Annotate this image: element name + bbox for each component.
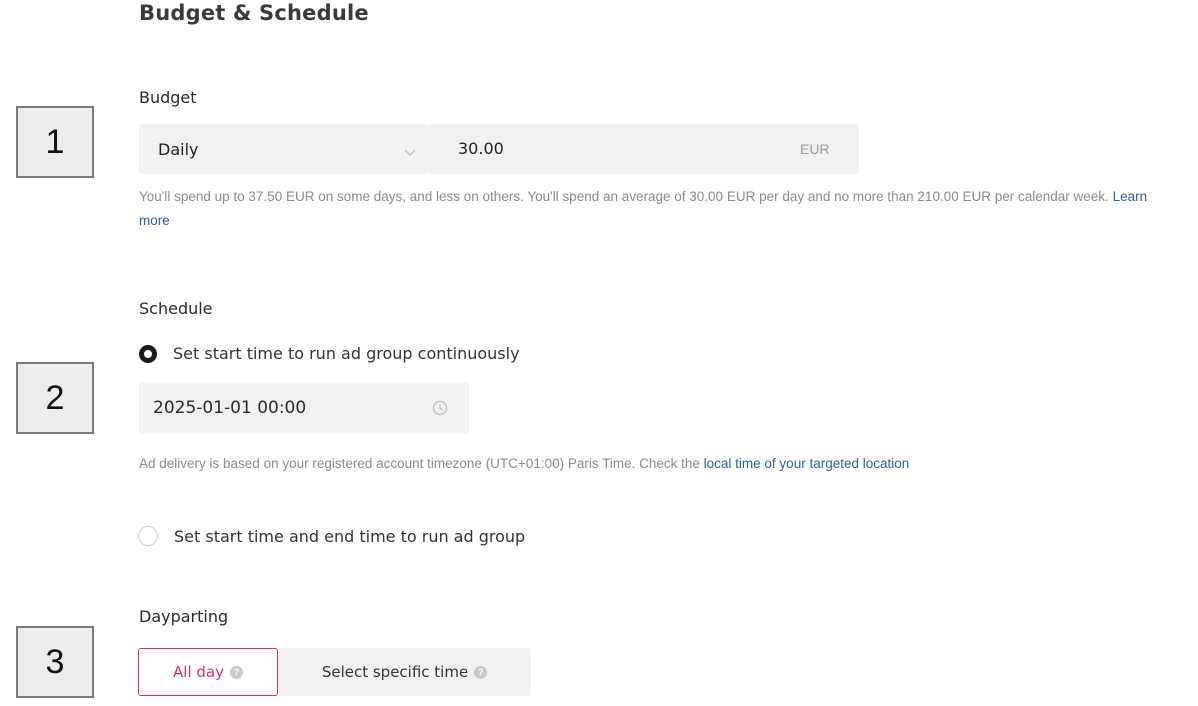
schedule-label: Schedule bbox=[139, 299, 213, 318]
step-badge-3: 3 bbox=[16, 626, 94, 698]
info-icon: ? bbox=[474, 665, 488, 679]
select-specific-time-button[interactable]: Select specific time ? bbox=[278, 648, 531, 696]
step-badge-1: 1 bbox=[16, 106, 94, 178]
start-datetime-value: 2025-01-01 00:00 bbox=[153, 398, 307, 418]
radio-option-continuous[interactable]: Set start time to run ad group continuou… bbox=[139, 344, 520, 363]
budget-mode-select[interactable]: Daily bbox=[139, 124, 429, 174]
dayparting-label: Dayparting bbox=[139, 607, 229, 626]
chevron-down-icon bbox=[403, 142, 417, 161]
budget-mode-value: Daily bbox=[158, 140, 199, 159]
radio-selected-icon[interactable] bbox=[139, 344, 157, 363]
budget-amount-input[interactable]: 30.00 EUR bbox=[429, 124, 859, 174]
start-datetime-picker[interactable]: 2025-01-01 00:00 bbox=[139, 383, 469, 433]
budget-help-body: You'll spend up to 37.50 EUR on some day… bbox=[139, 189, 1109, 204]
radio-option-start-end-label: Set start time and end time to run ad gr… bbox=[174, 526, 526, 546]
radio-option-start-end[interactable]: Set start time and end time to run ad gr… bbox=[138, 526, 525, 546]
all-day-button[interactable]: All day ? bbox=[138, 648, 278, 696]
budget-help-text: You'll spend up to 37.50 EUR on some day… bbox=[139, 185, 1169, 233]
clock-icon bbox=[432, 400, 448, 420]
section-title: Budget & Schedule bbox=[139, 1, 369, 25]
budget-label: Budget bbox=[139, 88, 197, 107]
all-day-label: All day bbox=[173, 663, 224, 681]
local-time-link[interactable]: local time of your targeted location bbox=[704, 456, 910, 471]
schedule-help-text: Ad delivery is based on your registered … bbox=[139, 452, 1129, 476]
radio-option-continuous-label: Set start time to run ad group continuou… bbox=[173, 344, 520, 363]
schedule-help-body: Ad delivery is based on your registered … bbox=[139, 456, 700, 471]
currency-label: EUR bbox=[800, 141, 830, 157]
select-specific-time-label: Select specific time bbox=[321, 663, 469, 681]
budget-amount-value: 30.00 bbox=[458, 139, 504, 158]
step-badge-2: 2 bbox=[16, 362, 94, 434]
radio-unselected-icon[interactable] bbox=[138, 526, 158, 546]
info-icon: ? bbox=[229, 665, 243, 679]
